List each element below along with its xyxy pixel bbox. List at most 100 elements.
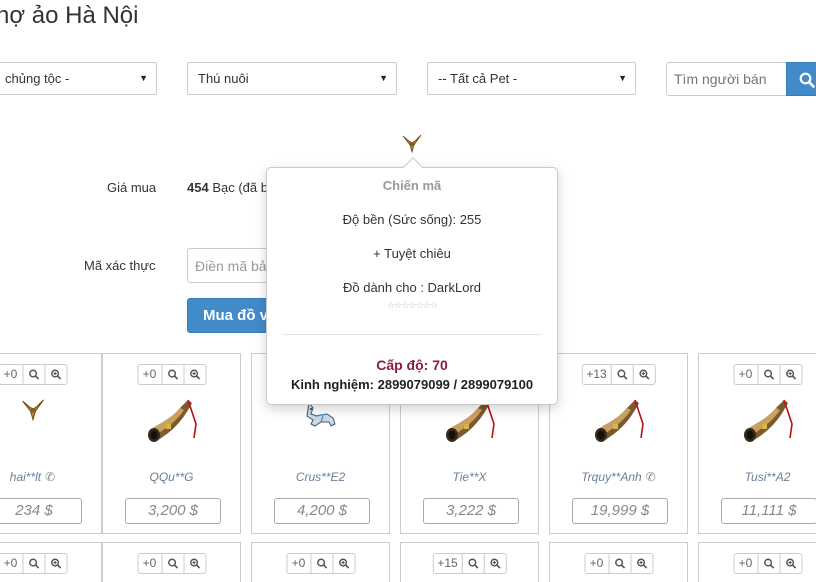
- item-card[interactable]: +13 Trquy**Anh ✆ 19,999 $: [549, 353, 688, 534]
- zoom-in-icon: [50, 369, 61, 380]
- zoom-in-icon: [189, 369, 200, 380]
- tooltip-durability: Độ bền (Sức sống): 255: [342, 212, 482, 227]
- zoom-button[interactable]: [332, 553, 355, 574]
- view-button[interactable]: [22, 364, 45, 385]
- search-icon: [167, 558, 178, 569]
- seller-name[interactable]: Crus**E2: [252, 470, 389, 484]
- zoom-in-icon: [785, 369, 796, 380]
- tooltip-stars: ☆☆☆☆☆☆☆: [387, 300, 437, 310]
- item-level-badge: +0: [584, 553, 609, 574]
- search-icon: [28, 558, 39, 569]
- seller-name[interactable]: Tusi**A2: [699, 470, 816, 484]
- item-card[interactable]: +0 hai**lt ✆ 234 $: [0, 353, 102, 534]
- item-level-badge: +0: [137, 553, 162, 574]
- zoom-button[interactable]: [779, 364, 802, 385]
- search-icon: [763, 369, 774, 380]
- view-button[interactable]: [757, 553, 780, 574]
- chevron-down-icon: ▼: [139, 73, 148, 83]
- item-card[interactable]: +0: [549, 542, 688, 582]
- search-icon: [763, 558, 774, 569]
- view-button[interactable]: [310, 553, 333, 574]
- zoom-button[interactable]: [183, 553, 206, 574]
- tooltip-divider: [283, 334, 541, 335]
- seller-search-input[interactable]: [666, 62, 786, 96]
- item-price: 11,111 $: [721, 498, 816, 524]
- item-actions: +0: [584, 553, 653, 574]
- price-unit: Bạc (đã b: [212, 180, 268, 195]
- search-icon: [316, 558, 327, 569]
- zoom-button[interactable]: [183, 364, 206, 385]
- seller-name[interactable]: QQu**G: [103, 470, 240, 484]
- item-price: 4,200 $: [274, 498, 370, 524]
- selected-item-image: [400, 130, 424, 159]
- search-icon: [617, 369, 628, 380]
- item-level-badge: +0: [0, 364, 23, 385]
- item-card[interactable]: +0: [251, 542, 390, 582]
- item-image[interactable]: [19, 394, 47, 427]
- item-actions: +0: [137, 553, 206, 574]
- zoom-button[interactable]: [779, 553, 802, 574]
- tooltip-skill: + Tuyệt chiêu: [373, 246, 451, 261]
- horn-icon: [743, 399, 793, 442]
- item-actions: +0: [0, 364, 67, 385]
- zoom-in-icon: [50, 558, 61, 569]
- seller-name-text: Crus**E2: [295, 470, 346, 484]
- seller-name[interactable]: Tie**X: [401, 470, 538, 484]
- search-icon: [28, 369, 39, 380]
- horn-icon: [594, 399, 644, 442]
- page-title: hợ ảo Hà Nội: [0, 2, 139, 29]
- view-button[interactable]: [461, 553, 485, 574]
- tooltip-level: Cấp độ: 70: [376, 357, 448, 373]
- price-label: Giá mua: [107, 180, 157, 195]
- horse-icon: [21, 399, 44, 422]
- chevron-down-icon: ▼: [618, 73, 627, 83]
- item-level-badge: +13: [581, 364, 612, 385]
- item-level-badge: +0: [286, 553, 311, 574]
- seller-name[interactable]: Trquy**Anh ✆: [550, 470, 687, 484]
- item-actions: +0: [137, 364, 206, 385]
- item-actions: +15: [432, 553, 507, 574]
- price-value: 454 Bạc (đã b: [187, 180, 268, 195]
- category-select-value: Thú nuôi: [198, 71, 249, 86]
- item-image[interactable]: [144, 394, 200, 455]
- zoom-button[interactable]: [483, 553, 507, 574]
- tooltip-title: Chiến mã: [382, 178, 442, 193]
- view-button[interactable]: [22, 553, 45, 574]
- item-image[interactable]: [740, 394, 796, 455]
- zoom-button[interactable]: [44, 553, 67, 574]
- search-button[interactable]: [786, 62, 816, 96]
- view-button[interactable]: [757, 364, 780, 385]
- item-price: 234 $: [0, 498, 82, 524]
- search-icon: [167, 369, 178, 380]
- zoom-in-icon: [189, 558, 200, 569]
- item-card[interactable]: +0: [698, 542, 816, 582]
- zoom-button[interactable]: [632, 364, 656, 385]
- zoom-in-icon: [785, 558, 796, 569]
- item-card[interactable]: +0: [0, 542, 102, 582]
- item-card[interactable]: +0: [102, 542, 241, 582]
- item-level-badge: +0: [0, 553, 23, 574]
- item-card[interactable]: +15: [400, 542, 539, 582]
- view-button[interactable]: [608, 553, 631, 574]
- search-icon: [614, 558, 625, 569]
- item-actions: +0: [0, 553, 67, 574]
- item-card[interactable]: +0 Tusi**A2 11,111 $: [698, 353, 816, 534]
- race-select[interactable]: chủng tộc - ▼: [0, 62, 157, 95]
- pet-select-value: -- Tất cả Pet -: [438, 71, 518, 86]
- zoom-button[interactable]: [630, 553, 653, 574]
- zoom-in-icon: [639, 369, 650, 380]
- item-card[interactable]: +0 QQu**G 3,200 $: [102, 353, 241, 534]
- item-level-badge: +0: [733, 553, 758, 574]
- view-button[interactable]: [161, 364, 184, 385]
- price-amount: 454: [187, 180, 209, 195]
- view-button[interactable]: [610, 364, 634, 385]
- phone-icon: ✆: [45, 470, 56, 484]
- horse-icon: [402, 134, 422, 154]
- zoom-button[interactable]: [44, 364, 67, 385]
- tooltip-experience: Kinh nghiệm: 2899079099 / 2899079100: [290, 377, 534, 392]
- item-image[interactable]: [591, 394, 647, 455]
- seller-name[interactable]: hai**lt ✆: [0, 470, 101, 484]
- view-button[interactable]: [161, 553, 184, 574]
- pet-select[interactable]: -- Tất cả Pet - ▼: [427, 62, 636, 95]
- category-select[interactable]: Thú nuôi ▼: [187, 62, 397, 95]
